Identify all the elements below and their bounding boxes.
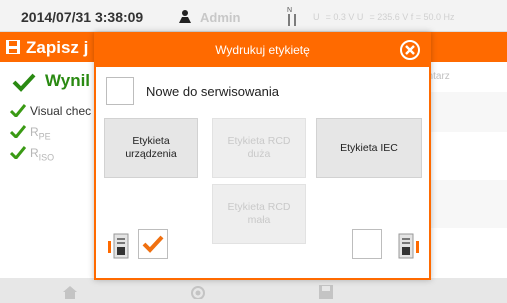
measurement-readout: U = 0.3 V U = 235.6 V f = 50.0 Hz bbox=[313, 12, 455, 22]
floppy-icon[interactable] bbox=[318, 285, 334, 299]
user-name: Admin bbox=[200, 10, 241, 25]
close-icon[interactable] bbox=[399, 39, 421, 61]
new-service-label: Nowe do serwisowania bbox=[146, 84, 279, 99]
datetime: 2014/07/31 3:38:09 bbox=[21, 9, 144, 25]
home-icon[interactable] bbox=[62, 285, 78, 299]
background-title: Zapisz j bbox=[26, 38, 89, 57]
status-bar: 2014/07/31 3:38:09 Admin N U = 0.3 V U =… bbox=[0, 0, 507, 32]
save-icon bbox=[6, 40, 20, 54]
measurement-icon: N bbox=[287, 7, 296, 26]
check-icon bbox=[142, 235, 164, 253]
check-icon bbox=[10, 104, 26, 117]
check-icon bbox=[10, 146, 26, 159]
right-printer-checkbox[interactable] bbox=[352, 229, 382, 259]
background-result: Wynil bbox=[45, 71, 91, 90]
label-printer-left-icon bbox=[108, 233, 129, 259]
rcd-large-label-button: Etykieta RCD duża bbox=[212, 118, 306, 178]
left-printer-checkbox[interactable] bbox=[138, 229, 168, 259]
background-panel bbox=[422, 92, 507, 132]
device-label-button[interactable]: Etykieta urządzenia bbox=[104, 118, 198, 178]
svg-text:N: N bbox=[287, 7, 292, 14]
background-panel bbox=[422, 180, 507, 228]
dialog-title: Wydrukuj etykietę bbox=[215, 43, 310, 57]
print-label-dialog: Wydrukuj etykietę Nowe do serwisowania E… bbox=[94, 32, 431, 280]
check-icon bbox=[12, 73, 36, 92]
user-icon bbox=[179, 10, 191, 23]
new-service-checkbox[interactable] bbox=[106, 77, 134, 105]
dialog-header: Wydrukuj etykietę bbox=[96, 34, 429, 67]
label-printer-right-icon bbox=[398, 233, 419, 259]
check-icon bbox=[10, 125, 26, 138]
rcd-small-label-button: Etykieta RCD mała bbox=[212, 184, 306, 244]
record-icon[interactable] bbox=[190, 285, 206, 299]
iec-label-button[interactable]: Etykieta IEC bbox=[316, 118, 422, 178]
